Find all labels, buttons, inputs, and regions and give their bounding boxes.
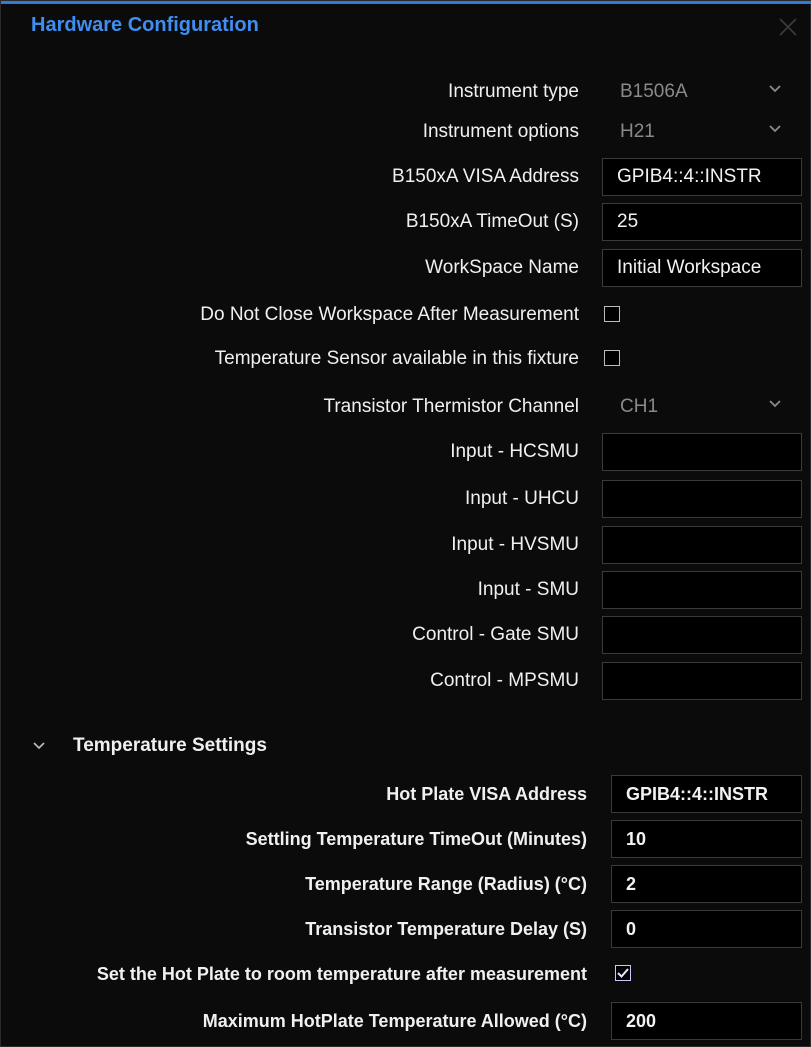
control-mpsmu-label: Control - MPSMU (430, 670, 579, 691)
temperature-settings-header[interactable]: Temperature Settings (1, 725, 811, 767)
instrument-options-value: H21 (620, 121, 655, 142)
timeout-row: B150xA TimeOut (S) 25 (1, 200, 811, 244)
input-uhcu-label: Input - UHCU (464, 488, 579, 509)
transistor-delay-input[interactable]: 0 (611, 910, 802, 948)
chevron-down-icon (33, 742, 45, 750)
thermistor-channel-row: Transistor Thermistor Channel CH1 (1, 385, 811, 429)
close-icon[interactable] (771, 10, 805, 44)
visa-address-row: B150xA VISA Address GPIB4::4::INSTR (1, 155, 811, 199)
control-gate-smu-field[interactable] (602, 616, 802, 654)
workspace-name-input[interactable]: Initial Workspace (602, 249, 802, 287)
hot-plate-visa-input[interactable]: GPIB4::4::INSTR (611, 775, 802, 813)
thermistor-channel-value: CH1 (620, 396, 659, 417)
hot-plate-visa-label: Hot Plate VISA Address (386, 783, 587, 804)
input-hcsmu-field[interactable] (602, 433, 802, 471)
hot-plate-visa-row: Hot Plate VISA Address GPIB4::4::INSTR (1, 772, 811, 816)
temp-range-label: Temperature Range (Radius) (°C) (305, 873, 587, 894)
title-bar: Hardware Configuration (1, 1, 811, 47)
timeout-label: B150xA TimeOut (S) (405, 211, 579, 232)
checkmark-icon (617, 968, 629, 978)
max-hotplate-temp-input[interactable]: 200 (611, 1002, 802, 1040)
settling-timeout-row: Settling Temperature TimeOut (Minutes) 1… (1, 817, 811, 861)
temp-sensor-row: Temperature Sensor available in this fix… (1, 337, 811, 381)
instrument-type-select[interactable]: B1506A (604, 74, 800, 110)
chevron-down-icon (769, 85, 781, 93)
settling-timeout-label: Settling Temperature TimeOut (Minutes) (245, 828, 587, 849)
visa-address-input[interactable]: GPIB4::4::INSTR (602, 158, 802, 196)
temp-range-input[interactable]: 2 (611, 865, 802, 903)
hardware-configuration-dialog: Hardware Configuration Instrument type B… (0, 0, 811, 1047)
thermistor-channel-select[interactable]: CH1 (604, 389, 800, 425)
room-temp-after-checkbox[interactable] (615, 965, 631, 981)
max-hotplate-temp-row: Maximum HotPlate Temperature Allowed (°C… (1, 999, 811, 1043)
instrument-type-label: Instrument type (448, 81, 579, 102)
timeout-input[interactable]: 25 (602, 203, 802, 241)
chevron-down-icon (769, 400, 781, 408)
chevron-down-icon (769, 125, 781, 133)
do-not-close-checkbox[interactable] (604, 306, 620, 322)
input-smu-field[interactable] (602, 571, 802, 609)
input-hvsmu-field[interactable] (602, 526, 802, 564)
control-gate-smu-label: Control - Gate SMU (412, 624, 579, 645)
instrument-type-value: B1506A (620, 81, 688, 102)
input-uhcu-field[interactable] (602, 480, 802, 518)
control-mpsmu-field[interactable] (602, 662, 802, 700)
temp-sensor-checkbox[interactable] (604, 350, 620, 366)
visa-address-label: B150xA VISA Address (392, 166, 579, 187)
input-hvsmu-row: Input - HVSMU (1, 523, 811, 567)
room-temp-after-label: Set the Hot Plate to room temperature af… (96, 963, 587, 984)
input-smu-label: Input - SMU (477, 579, 579, 600)
instrument-type-row: Instrument type B1506A (1, 70, 811, 114)
settling-timeout-input[interactable]: 10 (611, 820, 802, 858)
workspace-name-label: WorkSpace Name (425, 257, 579, 278)
temp-range-row: Temperature Range (Radius) (°C) 2 (1, 862, 811, 906)
input-smu-row: Input - SMU (1, 568, 811, 612)
do-not-close-row: Do Not Close Workspace After Measurement (1, 293, 811, 337)
input-uhcu-row: Input - UHCU (1, 477, 811, 521)
input-hvsmu-label: Input - HVSMU (451, 534, 579, 555)
workspace-name-row: WorkSpace Name Initial Workspace (1, 246, 811, 290)
input-hcsmu-label: Input - HCSMU (450, 441, 579, 462)
instrument-options-row: Instrument options H21 (1, 110, 811, 154)
temperature-settings-title: Temperature Settings (73, 735, 267, 756)
control-mpsmu-row: Control - MPSMU (1, 659, 811, 703)
input-hcsmu-row: Input - HCSMU (1, 430, 811, 474)
instrument-options-label: Instrument options (422, 121, 579, 142)
instrument-options-select[interactable]: H21 (604, 114, 800, 150)
transistor-delay-row: Transistor Temperature Delay (S) 0 (1, 907, 811, 951)
max-hotplate-temp-label: Maximum HotPlate Temperature Allowed (°C… (202, 1010, 587, 1031)
room-temp-after-row: Set the Hot Plate to room temperature af… (1, 952, 811, 996)
control-gate-smu-row: Control - Gate SMU (1, 613, 811, 657)
do-not-close-label: Do Not Close Workspace After Measurement (200, 304, 579, 325)
transistor-delay-label: Transistor Temperature Delay (S) (305, 918, 587, 939)
temp-sensor-label: Temperature Sensor available in this fix… (214, 348, 579, 369)
dialog-title: Hardware Configuration (31, 14, 259, 36)
thermistor-channel-label: Transistor Thermistor Channel (323, 396, 579, 417)
